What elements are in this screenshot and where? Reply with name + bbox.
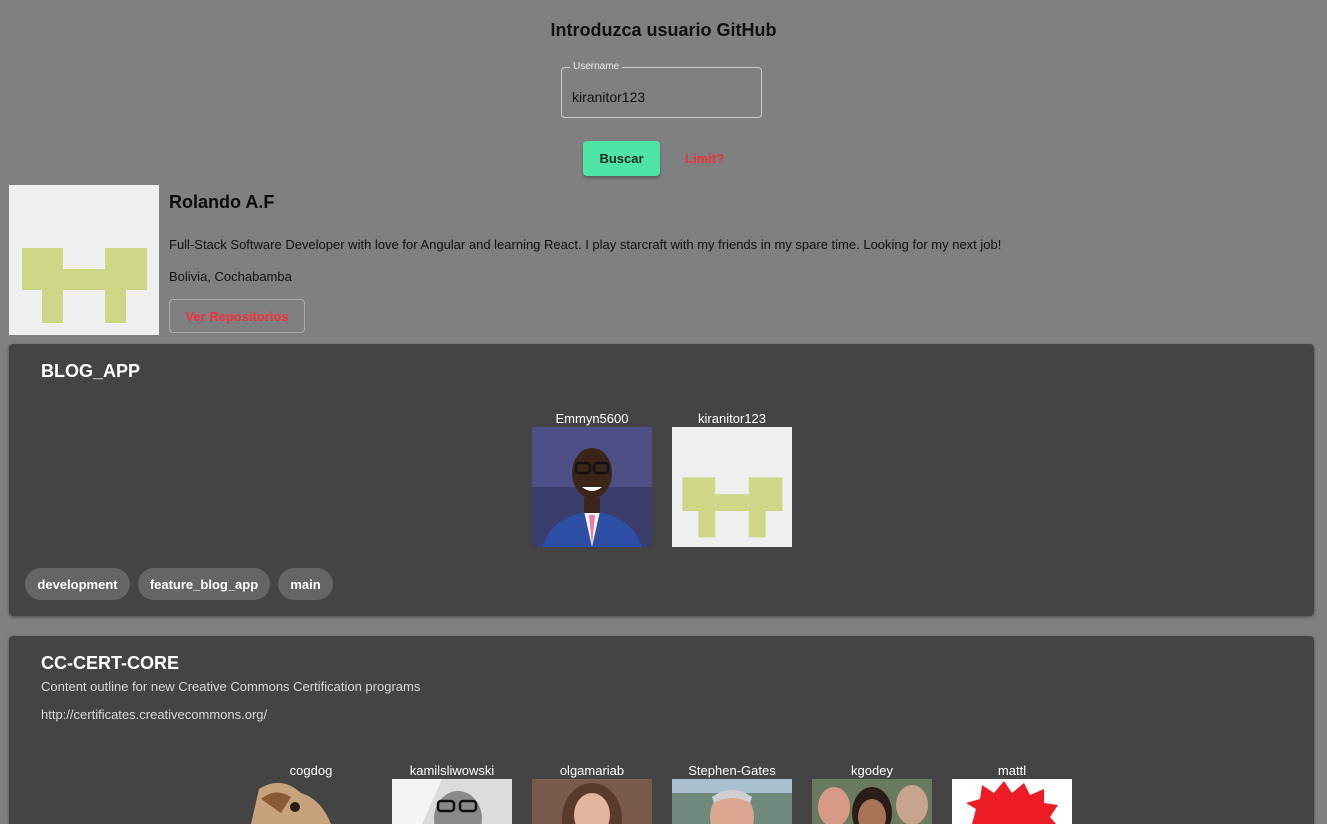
contributor-avatar	[952, 779, 1072, 824]
contributor-login: mattl	[997, 763, 1027, 778]
profile-bio: Full-Stack Software Developer with love …	[169, 237, 1002, 252]
contributor-avatar	[672, 427, 792, 547]
repo-card: CC-CERT-CORE Content outline for new Cre…	[9, 636, 1314, 824]
contributor-avatar	[672, 779, 792, 824]
username-field[interactable]: Username kiranitor123	[561, 61, 762, 118]
profile-name: Rolando A.F	[169, 192, 275, 212]
page-title: Introduzca usuario GitHub	[550, 20, 777, 40]
contributor-login: Stephen-Gates	[688, 763, 776, 778]
contributor[interactable]: kgodey	[812, 762, 932, 824]
contributor[interactable]: olgamariab	[532, 762, 652, 824]
branch-chip[interactable]: development	[25, 568, 130, 600]
contributor[interactable]: Stephen-Gates	[672, 762, 792, 824]
contributor-login: olgamariab	[559, 763, 625, 778]
username-label: Username	[570, 61, 623, 72]
contributor-login: Emmyn5600	[555, 411, 629, 426]
contributor-login: kiranitor123	[698, 411, 766, 426]
contributor[interactable]: kamilsliwowski	[392, 762, 512, 824]
person-photo-icon	[672, 779, 792, 824]
contributor[interactable]: cogdog	[251, 762, 371, 824]
badge-logo-icon	[952, 779, 1072, 824]
contributor-avatar	[532, 427, 652, 547]
repo-url[interactable]: http://certificates.creativecommons.org/	[41, 707, 267, 722]
profile-location: Bolivia, Cochabamba	[169, 269, 292, 284]
person-photo-icon	[532, 427, 652, 547]
contributor-login: cogdog	[289, 763, 333, 778]
repo-card: BLOG_APP Emmyn5600 kiranitor123 developm…	[9, 344, 1314, 616]
username-input[interactable]: kiranitor123	[572, 89, 645, 105]
contributor-login: kamilsliwowski	[409, 763, 495, 778]
contributor-login: kgodey	[851, 763, 893, 778]
contributor-avatar	[812, 779, 932, 824]
branch-chip[interactable]: feature_blog_app	[138, 568, 270, 600]
limit-link[interactable]: Limit?	[685, 151, 724, 166]
search-button[interactable]: Buscar	[583, 141, 660, 176]
repo-description: Content outline for new Creative Commons…	[41, 679, 421, 694]
contributor[interactable]: kiranitor123	[672, 410, 792, 547]
repo-name[interactable]: CC-CERT-CORE	[41, 653, 179, 674]
contributor-avatar	[392, 779, 512, 824]
identicon-icon	[672, 427, 792, 547]
person-photo-icon	[392, 779, 512, 824]
dog-photo-icon	[251, 779, 371, 824]
branch-chip[interactable]: main	[278, 568, 333, 600]
contributor-avatar	[251, 779, 371, 824]
contributor[interactable]: Emmyn5600	[532, 410, 652, 547]
contributor[interactable]: mattl	[952, 762, 1072, 824]
identicon-icon	[9, 185, 159, 335]
profile-avatar	[9, 185, 159, 335]
contributor-avatar	[532, 779, 652, 824]
person-photo-icon	[812, 779, 932, 824]
view-repos-button[interactable]: Ver Repositorios	[169, 299, 305, 333]
person-photo-icon	[532, 779, 652, 824]
repo-name[interactable]: BLOG_APP	[41, 361, 140, 382]
